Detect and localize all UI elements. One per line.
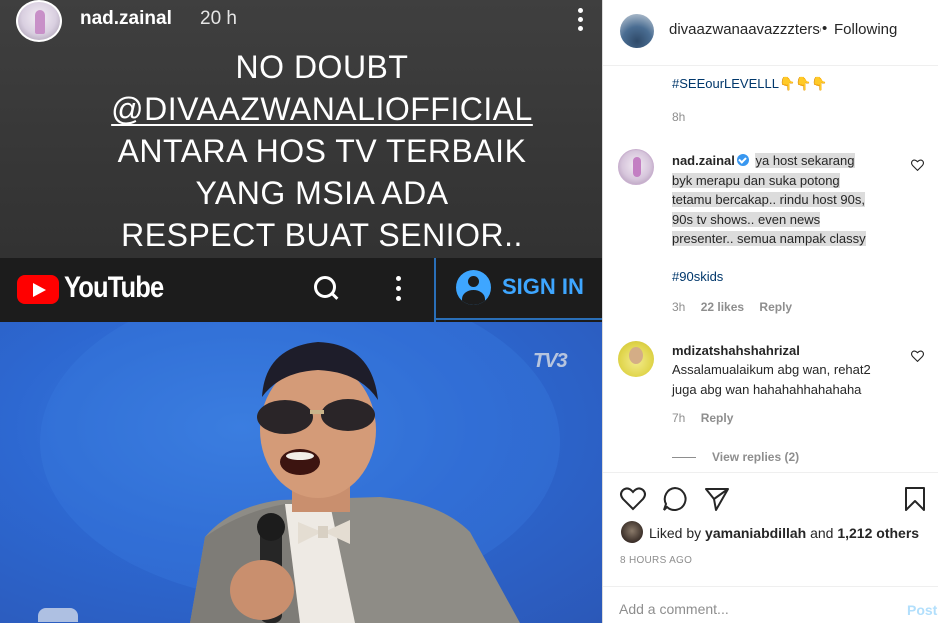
story-username: nad.zainal bbox=[80, 8, 172, 29]
more-vertical-icon bbox=[570, 5, 590, 33]
avatar[interactable] bbox=[618, 341, 654, 377]
comment-text-line: tetamu bercakap.. rindu host 90s, bbox=[672, 192, 865, 207]
comment-text-line: Assalamualaikum abg wan, rehat2 bbox=[672, 362, 871, 377]
like-heart-icon[interactable] bbox=[911, 159, 924, 171]
comments-panel: divaazwanaavazzztersc • Following #SEEou… bbox=[602, 0, 938, 623]
avatar[interactable] bbox=[618, 149, 654, 185]
view-replies-button[interactable]: View replies (2) bbox=[672, 450, 799, 464]
comment-hashtag[interactable]: #90skids bbox=[672, 267, 912, 287]
comment-body: nad.zainal ya host sekarang byk merapu d… bbox=[672, 151, 912, 314]
comment-text-line: byk merapu dan suka potong bbox=[672, 172, 840, 188]
search-icon bbox=[314, 276, 340, 302]
youtube-logo-text: YouTube bbox=[64, 271, 164, 304]
avatar[interactable] bbox=[620, 14, 654, 48]
view-replies-label: View replies (2) bbox=[712, 450, 800, 464]
share-icon[interactable] bbox=[703, 485, 731, 513]
comment-meta: 3h 22 likes Reply bbox=[672, 300, 912, 314]
comment-username[interactable]: nad.zainal bbox=[672, 153, 735, 168]
post-button[interactable]: Post bbox=[907, 602, 937, 618]
liked-by-prefix: Liked by bbox=[649, 525, 702, 541]
liked-by-connector: and bbox=[810, 525, 834, 541]
liked-by: Liked by yamaniabdillah and 1,212 others bbox=[649, 525, 919, 541]
story-caption-area: nad.zainal 20 h NO DOUBT @DIVAAZWANALIOF… bbox=[0, 0, 602, 258]
like-heart-icon[interactable] bbox=[911, 350, 924, 362]
post-timestamp: 8 HOURS AGO bbox=[620, 555, 693, 566]
separator: • bbox=[822, 20, 828, 37]
story-mention: @DIVAAZWANALIOFFICIAL bbox=[111, 91, 533, 127]
liked-by-user[interactable]: yamaniabdillah bbox=[705, 525, 806, 541]
divider bbox=[672, 457, 696, 459]
post-header: divaazwanaavazzztersc • Following bbox=[603, 0, 938, 66]
comment-input[interactable] bbox=[619, 601, 879, 617]
story-image: nad.zainal 20 h NO DOUBT @DIVAAZWANALIOF… bbox=[0, 0, 602, 623]
youtube-top-bar: YouTube SIGN IN bbox=[0, 258, 602, 322]
avatar[interactable] bbox=[621, 521, 643, 543]
comment-text-line: 90s tv shows.. even news bbox=[672, 211, 821, 227]
following-button[interactable]: Following bbox=[834, 21, 897, 38]
comment-meta: 7h Reply bbox=[672, 411, 912, 425]
story-text-line: NO DOUBT bbox=[235, 49, 409, 85]
reply-button[interactable]: Reply bbox=[701, 411, 734, 425]
youtube-logo-icon bbox=[17, 275, 59, 304]
caption-time: 8h bbox=[672, 110, 686, 124]
liked-by-others[interactable]: 1,212 others bbox=[837, 525, 919, 541]
comment-text-line: presenter.. semua nampak classy bbox=[672, 231, 866, 246]
story-time: 20 h bbox=[200, 8, 237, 29]
like-heart-icon[interactable] bbox=[619, 485, 647, 513]
more-vertical-icon bbox=[393, 274, 403, 304]
bookmark-icon[interactable] bbox=[901, 485, 929, 513]
sign-in-label: SIGN IN bbox=[502, 274, 584, 299]
reply-button[interactable]: Reply bbox=[759, 300, 792, 314]
comment-icon[interactable] bbox=[661, 485, 689, 513]
action-bar bbox=[603, 472, 938, 522]
story-text-line: ANTARA HOS TV TERBAIK bbox=[117, 133, 527, 169]
verified-badge-icon bbox=[736, 154, 749, 166]
channel-logo: TV3 bbox=[533, 350, 568, 372]
comment-time: 7h bbox=[672, 411, 686, 425]
comment-text-line: juga abg wan hahahahhahahaha bbox=[672, 381, 862, 397]
story-avatar bbox=[16, 0, 62, 42]
add-comment-bar: Post bbox=[603, 586, 938, 623]
comment-body: mdizatshahshahrizal Assalamualaikum abg … bbox=[672, 343, 912, 425]
host-photo bbox=[40, 322, 560, 623]
story-text-line: RESPECT BUAT SENIOR.. bbox=[121, 217, 523, 253]
video-frame: TV3 bbox=[0, 322, 602, 623]
comment-time: 3h bbox=[672, 300, 686, 314]
account-circle-icon bbox=[456, 270, 491, 305]
comment-text-block: nad.zainal ya host sekarang byk merapu d… bbox=[672, 151, 912, 249]
comment-text-line: ya host sekarang bbox=[755, 153, 855, 168]
corner-watermark bbox=[38, 608, 78, 622]
comment-username[interactable]: mdizatshahshahrizal bbox=[672, 343, 912, 358]
post-author-username[interactable]: divaazwanaavazzztersc bbox=[669, 21, 821, 38]
caption-hashtag[interactable]: #SEEourLEVELLL👇👇👇 bbox=[672, 76, 828, 92]
comment-likes[interactable]: 22 likes bbox=[701, 300, 744, 314]
story-text: NO DOUBT @DIVAAZWANALIOFFICIAL ANTARA HO… bbox=[0, 46, 602, 256]
youtube-sign-in: SIGN IN bbox=[436, 258, 602, 320]
story-text-line: YANG MSIA ADA bbox=[195, 175, 449, 211]
